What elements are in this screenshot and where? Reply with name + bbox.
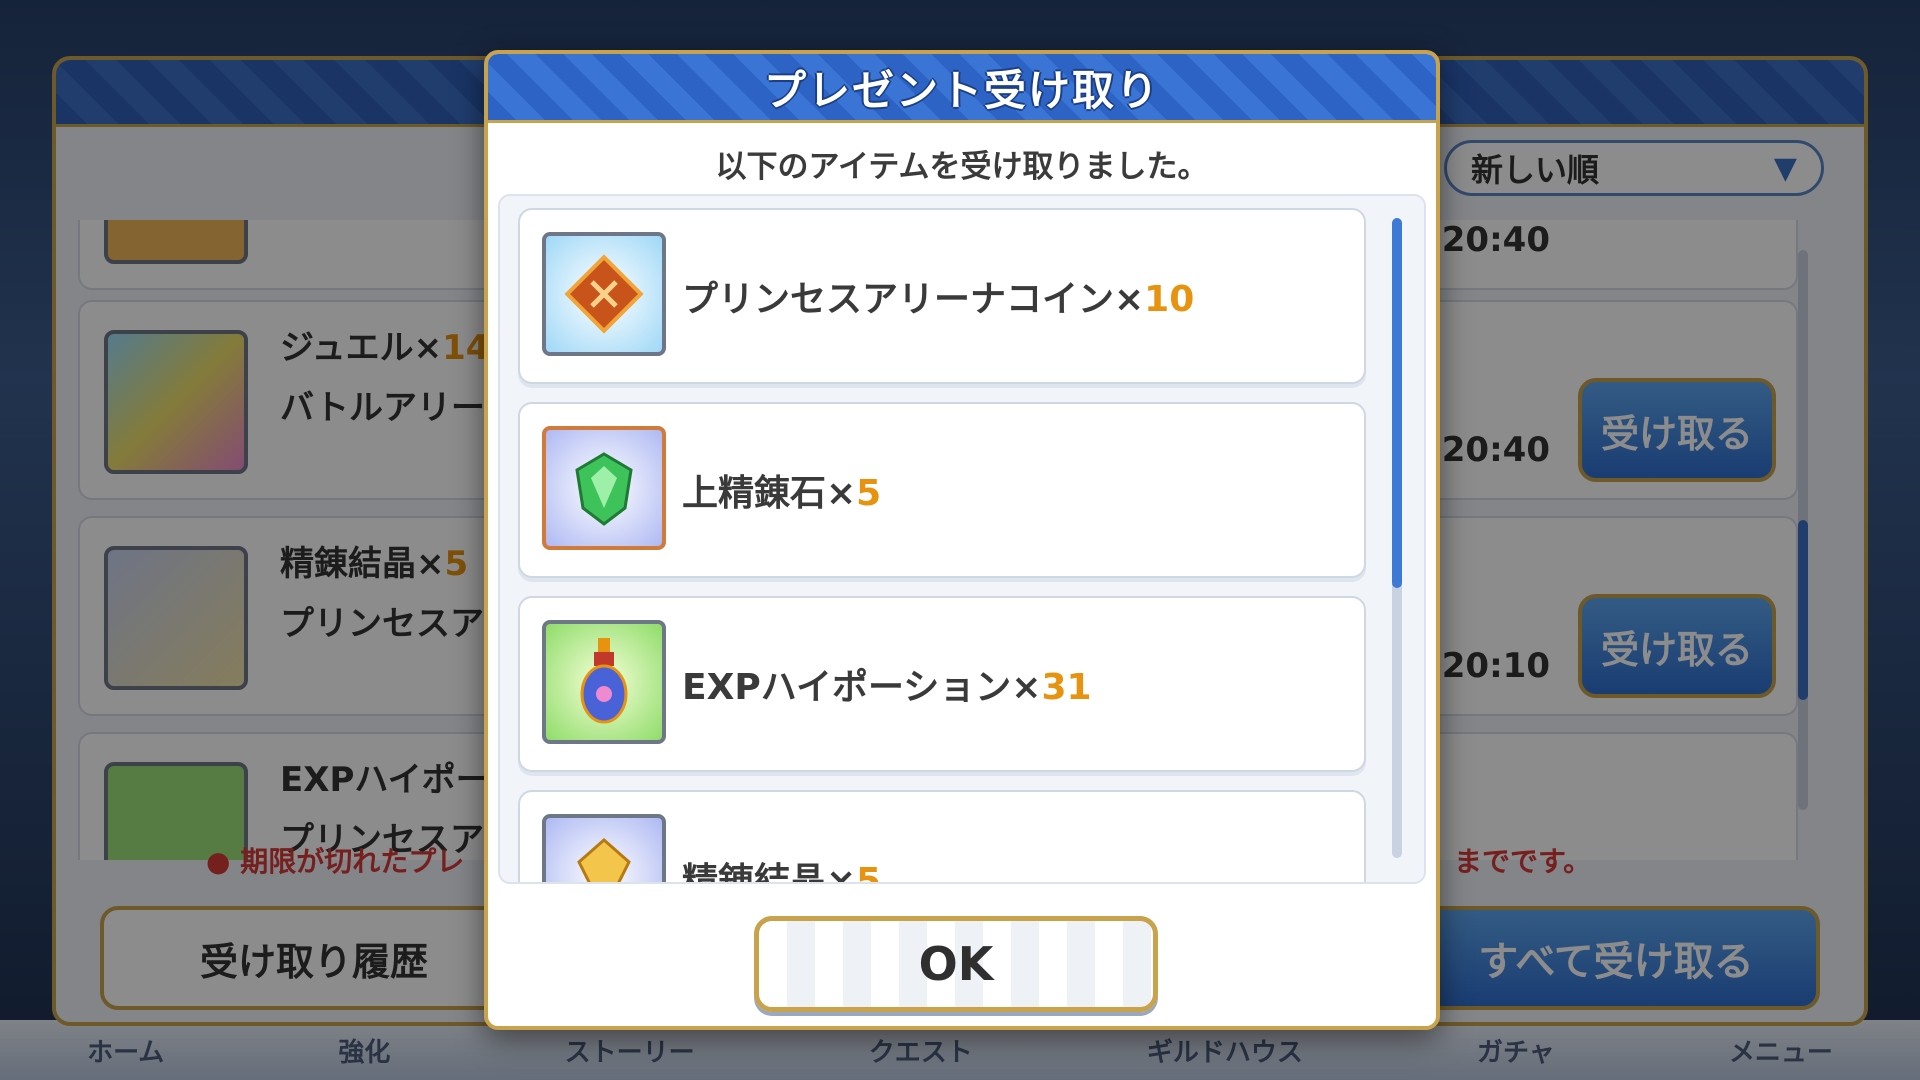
received-item: プリンセスアリーナコイン×10 xyxy=(518,208,1366,384)
item-name: EXPハイポーション×31 xyxy=(682,667,1092,708)
received-item: 上精錬石×5 xyxy=(518,402,1366,578)
refining-stone-icon xyxy=(542,426,666,550)
dialog-title: プレゼント受け取り xyxy=(763,65,1160,115)
dialog-message: 以下のアイテムを受け取りました。 xyxy=(715,149,1209,185)
present-received-dialog: プレゼント受け取り 以下のアイテムを受け取りました。 プリンセスアリーナコイン×… xyxy=(484,50,1440,1030)
dialog-header: プレゼント受け取り xyxy=(488,54,1436,123)
item-name: 精錬結晶×5 xyxy=(682,861,882,884)
received-item: EXPハイポーション×31 xyxy=(518,596,1366,772)
item-name: 上精錬石×5 xyxy=(682,473,882,514)
received-item: 精錬結晶×5 xyxy=(518,790,1366,884)
refining-crystal-icon xyxy=(542,814,666,882)
arena-coin-icon xyxy=(542,232,666,356)
ok-button[interactable]: OK xyxy=(754,916,1158,1012)
item-name: プリンセスアリーナコイン×10 xyxy=(682,279,1195,320)
exp-potion-icon xyxy=(542,620,666,744)
received-items-list[interactable]: プリンセスアリーナコイン×10 上精錬石×5 EXPハイポーション×31 精錬結… xyxy=(498,194,1426,884)
items-scrollbar-thumb[interactable] xyxy=(1392,218,1402,588)
